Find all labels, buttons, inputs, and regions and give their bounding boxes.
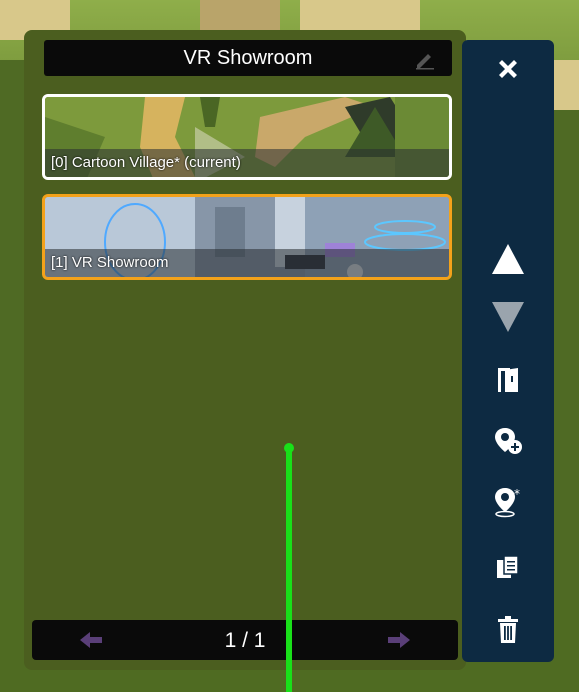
door-icon bbox=[498, 368, 518, 392]
edit-location-button[interactable]: * bbox=[462, 486, 554, 518]
edit-location-icon: * bbox=[495, 487, 520, 518]
move-down-icon bbox=[492, 302, 524, 332]
trash-icon bbox=[498, 616, 518, 643]
pencil-edit-icon[interactable] bbox=[414, 48, 436, 70]
svg-text:*: * bbox=[514, 487, 520, 501]
duplicate-button[interactable] bbox=[462, 554, 554, 580]
next-page-arrow-icon[interactable] bbox=[386, 630, 412, 650]
add-location-button[interactable] bbox=[462, 426, 554, 456]
duplicate-icon bbox=[497, 555, 519, 578]
move-up-icon bbox=[492, 244, 524, 274]
background-sand-patch bbox=[200, 0, 280, 30]
page-title: VR Showroom bbox=[183, 46, 313, 69]
close-button[interactable] bbox=[462, 56, 554, 82]
move-down-button[interactable] bbox=[462, 300, 554, 334]
close-icon bbox=[499, 60, 517, 78]
load-scene-button[interactable] bbox=[462, 366, 554, 394]
scene-title-bar: VR Showroom bbox=[44, 40, 452, 76]
laser-pointer-cursor bbox=[284, 443, 294, 453]
add-location-icon bbox=[495, 428, 522, 454]
scene-label: [1] VR Showroom bbox=[51, 254, 169, 271]
delete-button[interactable] bbox=[462, 616, 554, 644]
scene-label: [0] Cartoon Village* (current) bbox=[51, 154, 241, 171]
move-up-button[interactable] bbox=[462, 242, 554, 276]
pagination-bar: 1 / 1 bbox=[32, 620, 458, 660]
laser-pointer-beam bbox=[286, 448, 292, 692]
scene-card-cartoon-village[interactable]: [0] Cartoon Village* (current) bbox=[42, 94, 452, 180]
scene-toolbar: * bbox=[462, 40, 554, 662]
scene-card-vr-showroom[interactable]: [1] VR Showroom bbox=[42, 194, 452, 280]
